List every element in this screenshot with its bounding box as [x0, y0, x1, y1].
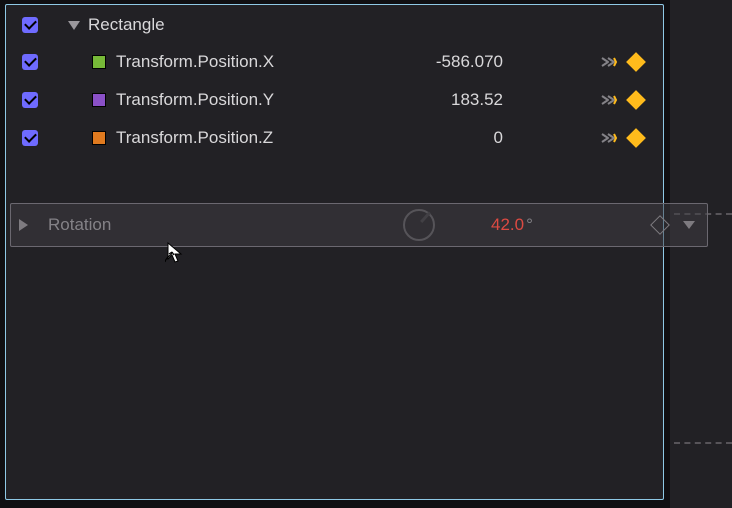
keyframe-outline-icon[interactable]: [650, 215, 670, 235]
disclosure-triangle-down-icon[interactable]: [68, 21, 80, 30]
param-color-swatch[interactable]: [92, 55, 106, 69]
disclosure-triangle-right-icon[interactable]: [19, 219, 28, 231]
enable-checkbox[interactable]: [22, 130, 38, 146]
param-label: Transform.Position.Z: [116, 128, 273, 148]
animation-menu-chevron-icon[interactable]: [683, 221, 695, 229]
go-to-next-keyframe-icon[interactable]: [601, 93, 621, 107]
param-color-swatch[interactable]: [92, 131, 106, 145]
keyframe-diamond-icon[interactable]: [626, 128, 646, 148]
param-row-transform-position-z[interactable]: Transform.Position.Z 0: [6, 119, 663, 157]
param-label: Transform.Position.Y: [116, 90, 274, 110]
go-to-next-keyframe-icon[interactable]: [601, 55, 621, 69]
rotation-number: 42.0: [491, 215, 524, 234]
enable-checkbox[interactable]: [22, 17, 38, 33]
param-color-swatch[interactable]: [92, 93, 106, 107]
go-to-next-keyframe-icon[interactable]: [601, 131, 621, 145]
timeline-track-gutter: [670, 0, 732, 508]
enable-checkbox[interactable]: [22, 92, 38, 108]
timeline-dash: [674, 442, 732, 444]
param-row-transform-position-y[interactable]: Transform.Position.Y 183.52: [6, 81, 663, 119]
param-value[interactable]: 183.52: [451, 90, 503, 110]
param-value[interactable]: -586.070: [436, 52, 503, 72]
keyframe-diamond-icon[interactable]: [626, 90, 646, 110]
layer-name: Rectangle: [88, 15, 165, 35]
layer-row-rectangle[interactable]: Rectangle: [6, 5, 663, 43]
enable-checkbox[interactable]: [22, 54, 38, 70]
keyframe-editor-panel: Rectangle Transform.Position.X -586.070 …: [5, 4, 664, 500]
rotation-dial-icon[interactable]: [403, 209, 435, 241]
param-value[interactable]: 42.0°: [491, 215, 533, 235]
dragging-parameter-row-rotation[interactable]: Rotation 42.0°: [10, 203, 708, 247]
keyframe-diamond-icon[interactable]: [626, 52, 646, 72]
rotation-unit: °: [526, 215, 533, 234]
param-value[interactable]: 0: [494, 128, 503, 148]
param-label: Rotation: [48, 215, 111, 235]
param-row-transform-position-x[interactable]: Transform.Position.X -586.070: [6, 43, 663, 81]
param-label: Transform.Position.X: [116, 52, 274, 72]
